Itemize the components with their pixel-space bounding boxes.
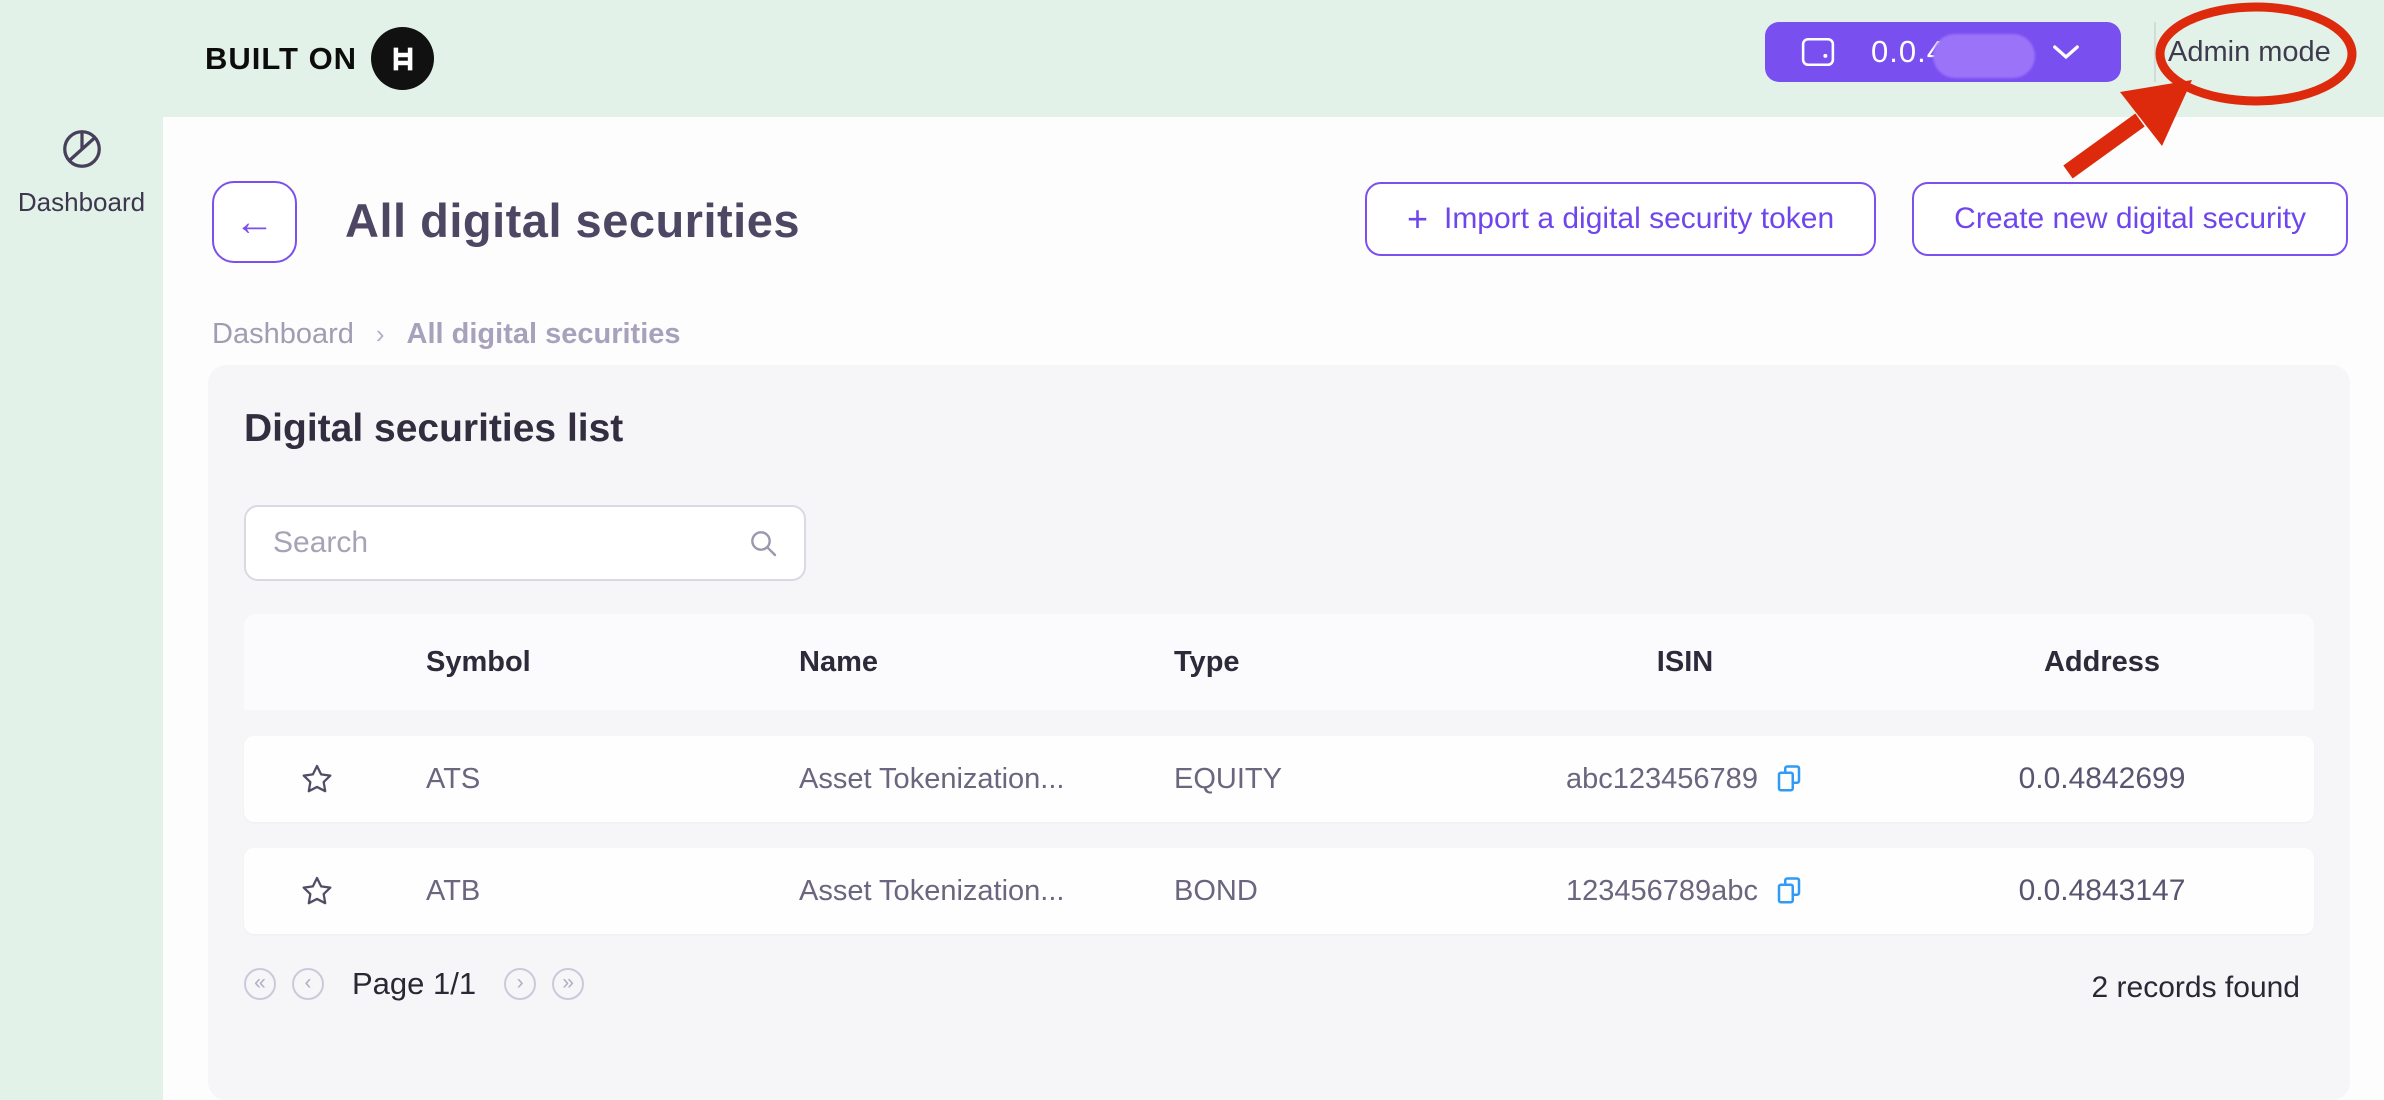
chevron-down-icon (2051, 43, 2081, 61)
cell-type: EQUITY (1135, 763, 1480, 796)
card-title: Digital securities list (244, 407, 623, 451)
redaction-pill (1933, 34, 2035, 78)
search-icon[interactable] (747, 527, 779, 559)
isin-value: abc123456789 (1566, 763, 1758, 796)
column-isin: ISIN (1480, 646, 1890, 679)
top-bar: BUILT ON 0.0.4 Admin mode (0, 0, 2384, 117)
sidebar: Dashboard (0, 117, 163, 1100)
admin-mode-toggle[interactable]: Admin mode (2168, 0, 2331, 105)
wallet-icon (1801, 37, 1835, 67)
hedera-icon (371, 27, 434, 90)
plus-icon: + (1407, 201, 1428, 237)
records-count: 2 records found (2092, 971, 2300, 1005)
breadcrumb: Dashboard › All digital securities (212, 318, 681, 351)
next-page-button[interactable]: › (504, 968, 536, 1000)
table-header-row: Symbol Name Type ISIN Address (244, 614, 2314, 710)
favorite-star-icon[interactable] (244, 762, 390, 796)
main-content: ← All digital securities + Import a digi… (163, 117, 2384, 1100)
pie-chart-icon (59, 126, 105, 177)
first-page-button[interactable]: « (244, 968, 276, 1000)
cell-name: Asset Tokenization... (760, 763, 1135, 796)
cell-name: Asset Tokenization... (760, 875, 1135, 908)
breadcrumb-separator-icon: › (376, 319, 385, 350)
import-token-label: Import a digital security token (1444, 202, 1834, 236)
cell-symbol: ATS (390, 763, 760, 796)
table-row[interactable]: ATB Asset Tokenization... BOND 123456789… (244, 848, 2314, 934)
page-actions: + Import a digital security token Create… (1365, 182, 2348, 256)
column-type: Type (1135, 646, 1480, 679)
create-security-button[interactable]: Create new digital security (1912, 182, 2348, 256)
cell-isin: 123456789abc (1480, 874, 1890, 908)
breadcrumb-dashboard[interactable]: Dashboard (212, 318, 354, 351)
create-security-label: Create new digital security (1954, 202, 2306, 236)
built-on-hedera-logo: BUILT ON (205, 0, 434, 117)
cell-symbol: ATB (390, 875, 760, 908)
page-title: All digital securities (345, 193, 800, 248)
column-name: Name (760, 646, 1135, 679)
search-box (244, 505, 806, 581)
securities-table: Symbol Name Type ISIN Address ATS Asset … (244, 614, 2314, 934)
favorite-star-icon[interactable] (244, 874, 390, 908)
sidebar-item-dashboard[interactable]: Dashboard (0, 126, 163, 218)
column-symbol: Symbol (390, 646, 760, 679)
wallet-account-button[interactable]: 0.0.4 (1765, 22, 2121, 82)
table-row[interactable]: ATS Asset Tokenization... EQUITY abc1234… (244, 736, 2314, 822)
cell-address: 0.0.4842699 (1890, 762, 2314, 796)
securities-list-card: Digital securities list Symbol Name Type… (208, 365, 2350, 1100)
isin-value: 123456789abc (1566, 875, 1758, 908)
copy-icon[interactable] (1774, 874, 1804, 908)
logo-text: BUILT ON (205, 41, 357, 77)
back-button[interactable]: ← (212, 181, 297, 263)
import-token-button[interactable]: + Import a digital security token (1365, 182, 1876, 256)
copy-icon[interactable] (1774, 762, 1804, 796)
topbar-divider (2154, 22, 2156, 82)
prev-page-button[interactable]: ‹ (292, 968, 324, 1000)
pagination: « ‹ Page 1/1 › » (244, 966, 584, 1002)
cell-isin: abc123456789 (1480, 762, 1890, 796)
breadcrumb-current: All digital securities (407, 318, 681, 351)
page-indicator: Page 1/1 (352, 966, 476, 1002)
last-page-button[interactable]: » (552, 968, 584, 1000)
search-input[interactable] (273, 526, 747, 560)
cell-type: BOND (1135, 875, 1480, 908)
cell-address: 0.0.4843147 (1890, 874, 2314, 908)
sidebar-item-label: Dashboard (18, 187, 145, 218)
column-address: Address (1890, 646, 2314, 679)
